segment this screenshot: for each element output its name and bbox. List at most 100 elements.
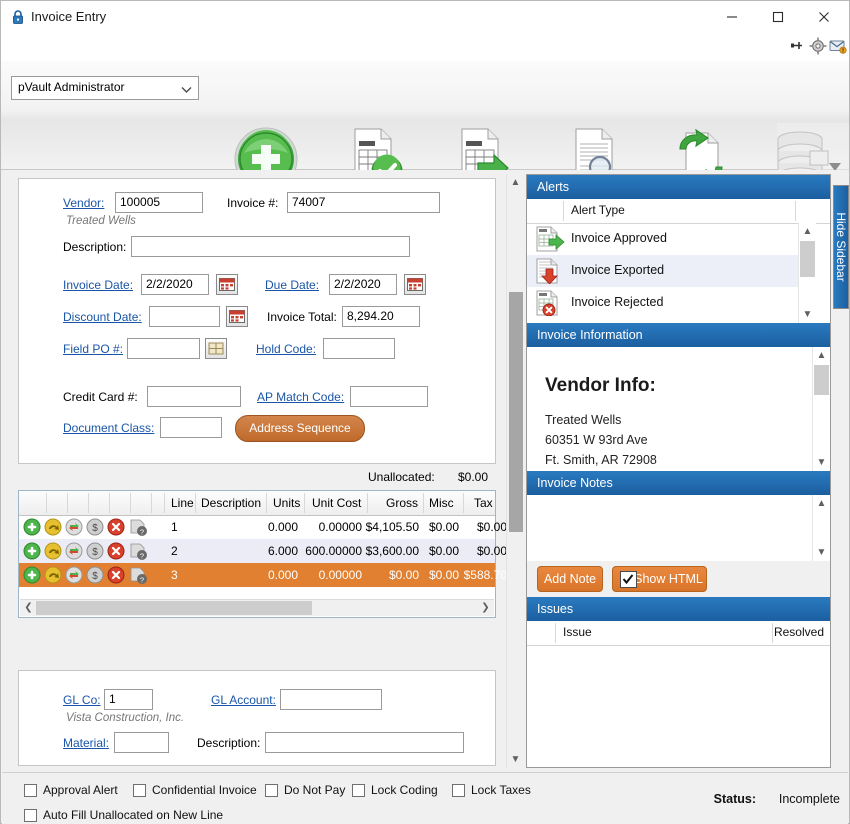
maximize-button[interactable]: [755, 1, 801, 32]
invoice-notes-header: Invoice Notes: [527, 471, 830, 495]
vendor-input[interactable]: 100005: [115, 192, 203, 213]
minimize-button[interactable]: [709, 1, 755, 32]
scroll-up-icon[interactable]: ▲: [799, 223, 816, 240]
scroll-up-icon[interactable]: ▲: [813, 347, 830, 364]
scroll-up-icon[interactable]: ▲: [813, 495, 830, 512]
show-html-toggle[interactable]: Show HTML: [612, 566, 707, 592]
info-scroll-thumb[interactable]: [814, 365, 829, 395]
credit-card-input[interactable]: [147, 386, 241, 407]
scroll-up-icon[interactable]: ▲: [507, 174, 524, 191]
auto-fill-unallocated-checkbox[interactable]: [24, 809, 37, 822]
user-select-value: pVault Administrator: [18, 80, 125, 94]
document-class-link[interactable]: Document Class:: [63, 421, 154, 435]
invoice-date-calendar-icon[interactable]: [216, 274, 238, 295]
invoice-date-link[interactable]: Invoice Date:: [63, 278, 133, 292]
issues-column-header: Issue Resolved: [527, 621, 830, 646]
grid-horizontal-scrollbar[interactable]: ❮ ❯: [20, 599, 494, 616]
left-pane-scrollbar[interactable]: ▲ ▼: [506, 174, 524, 768]
gl-account-link[interactable]: GL Account:: [211, 693, 276, 707]
confidential-invoice-checkbox[interactable]: [133, 784, 146, 797]
vendor-name-text: Treated Wells: [66, 215, 136, 227]
field-po-link[interactable]: Field PO #:: [63, 342, 123, 356]
table-row[interactable]: $ ? 3 0.000 0.00000 $0.00 $0.00 $588.70: [19, 563, 506, 587]
user-select[interactable]: pVault Administrator: [11, 76, 199, 100]
do-not-pay-label: Do Not Pay: [284, 783, 346, 797]
list-item[interactable]: Invoice Rejected: [527, 287, 798, 319]
invoice-notes-scrollbar[interactable]: ▲ ▼: [812, 495, 830, 561]
description-label: Description:: [63, 240, 127, 254]
invoice-total-input[interactable]: 8,294.20: [342, 306, 420, 327]
invoice-notes-text[interactable]: [531, 498, 810, 558]
add-note-button[interactable]: Add Note: [537, 566, 603, 592]
lock-coding-checkbox[interactable]: [352, 784, 365, 797]
invoice-number-input[interactable]: 74007: [287, 192, 440, 213]
gear-icon[interactable]: [809, 37, 829, 57]
svg-text:$: $: [92, 571, 98, 582]
line-action-icons[interactable]: $ ?: [22, 518, 162, 539]
table-row[interactable]: $ ? 1 0.000 0.00000 $4,105.50 $0.00 $0.0…: [19, 515, 506, 539]
left-pane: Vendor: 100005 Invoice #: 74007 Treated …: [10, 174, 506, 768]
scroll-down-icon[interactable]: ▼: [813, 544, 830, 561]
lock-taxes-checkbox[interactable]: [452, 784, 465, 797]
line-action-icons[interactable]: $ ?: [22, 542, 162, 563]
hold-code-input[interactable]: [323, 338, 395, 359]
vendor-info-line: Ft. Smith, AR 72908: [545, 453, 657, 467]
right-sidebar: Alerts Alert Type Invoice Approved Invoi…: [526, 174, 831, 768]
line-action-icons[interactable]: $ ?: [22, 566, 162, 587]
discount-date-link[interactable]: Discount Date:: [63, 310, 142, 324]
scroll-down-icon[interactable]: ▼: [799, 306, 816, 323]
approval-alert-checkbox[interactable]: [24, 784, 37, 797]
gl-co-link[interactable]: GL Co:: [63, 693, 101, 707]
gl-co-input[interactable]: 1: [104, 689, 153, 710]
column-header-misc: Misc: [429, 496, 454, 510]
material-link[interactable]: Material:: [63, 736, 109, 750]
discount-date-input[interactable]: [149, 306, 220, 327]
lock-icon: [11, 9, 25, 25]
gl-description-label: Description:: [197, 736, 261, 750]
mail-alert-icon[interactable]: [829, 37, 849, 57]
svg-text:$: $: [92, 547, 98, 558]
issues-header: Issues: [527, 597, 830, 621]
table-row[interactable]: $ ? 2 6.000 600.00000 $3,600.00 $0.00 $0…: [19, 539, 506, 563]
grid-hscroll-thumb[interactable]: [36, 601, 312, 615]
do-not-pay-checkbox[interactable]: [265, 784, 278, 797]
pin-icon[interactable]: [787, 37, 807, 57]
gl-account-input[interactable]: [280, 689, 382, 710]
chevron-down-icon: [181, 83, 192, 97]
field-po-input[interactable]: [127, 338, 200, 359]
invoice-date-input[interactable]: 2/2/2020: [141, 274, 209, 295]
list-item[interactable]: Invoice Approved: [527, 223, 798, 255]
ap-match-code-link[interactable]: AP Match Code:: [257, 390, 344, 404]
scroll-left-icon[interactable]: ❮: [21, 601, 36, 615]
alerts-scrollbar[interactable]: ▲ ▼: [798, 223, 816, 323]
material-input[interactable]: [114, 732, 169, 753]
due-date-link[interactable]: Due Date:: [265, 278, 319, 292]
title-bar: Invoice Entry: [1, 1, 849, 33]
status-value: Incomplete: [778, 792, 840, 806]
left-scroll-thumb[interactable]: [509, 292, 523, 532]
close-button[interactable]: [801, 1, 847, 32]
gl-description-input[interactable]: [265, 732, 464, 753]
ap-match-code-input[interactable]: [350, 386, 428, 407]
alerts-scroll-thumb[interactable]: [800, 241, 815, 277]
vendor-link[interactable]: Vendor:: [63, 196, 104, 210]
scroll-down-icon[interactable]: ▼: [507, 751, 524, 768]
grid-header-row: Line Description Units Unit Cost Gross M…: [19, 491, 495, 516]
list-item[interactable]: Invoice Exported: [527, 255, 798, 287]
scroll-down-icon[interactable]: ▼: [813, 454, 830, 471]
left-scroll-track[interactable]: [507, 191, 524, 751]
scroll-right-icon[interactable]: ❯: [478, 601, 493, 615]
discount-date-calendar-icon[interactable]: [226, 306, 248, 327]
hide-sidebar-tab[interactable]: Hide Sidebar: [833, 185, 849, 309]
invoice-notes-body[interactable]: ▲ ▼: [527, 495, 830, 561]
due-date-calendar-icon[interactable]: [404, 274, 426, 295]
due-date-input[interactable]: 2/2/2020: [329, 274, 397, 295]
hold-code-link[interactable]: Hold Code:: [256, 342, 316, 356]
description-input[interactable]: [131, 236, 410, 257]
invoice-information-scrollbar[interactable]: ▲ ▼: [812, 347, 830, 471]
document-class-input[interactable]: [160, 417, 222, 438]
show-html-checkbox[interactable]: [620, 571, 637, 588]
address-sequence-button[interactable]: Address Sequence: [235, 415, 365, 442]
field-po-lookup-icon[interactable]: [205, 338, 227, 359]
issues-column-issue: Issue: [563, 625, 592, 639]
